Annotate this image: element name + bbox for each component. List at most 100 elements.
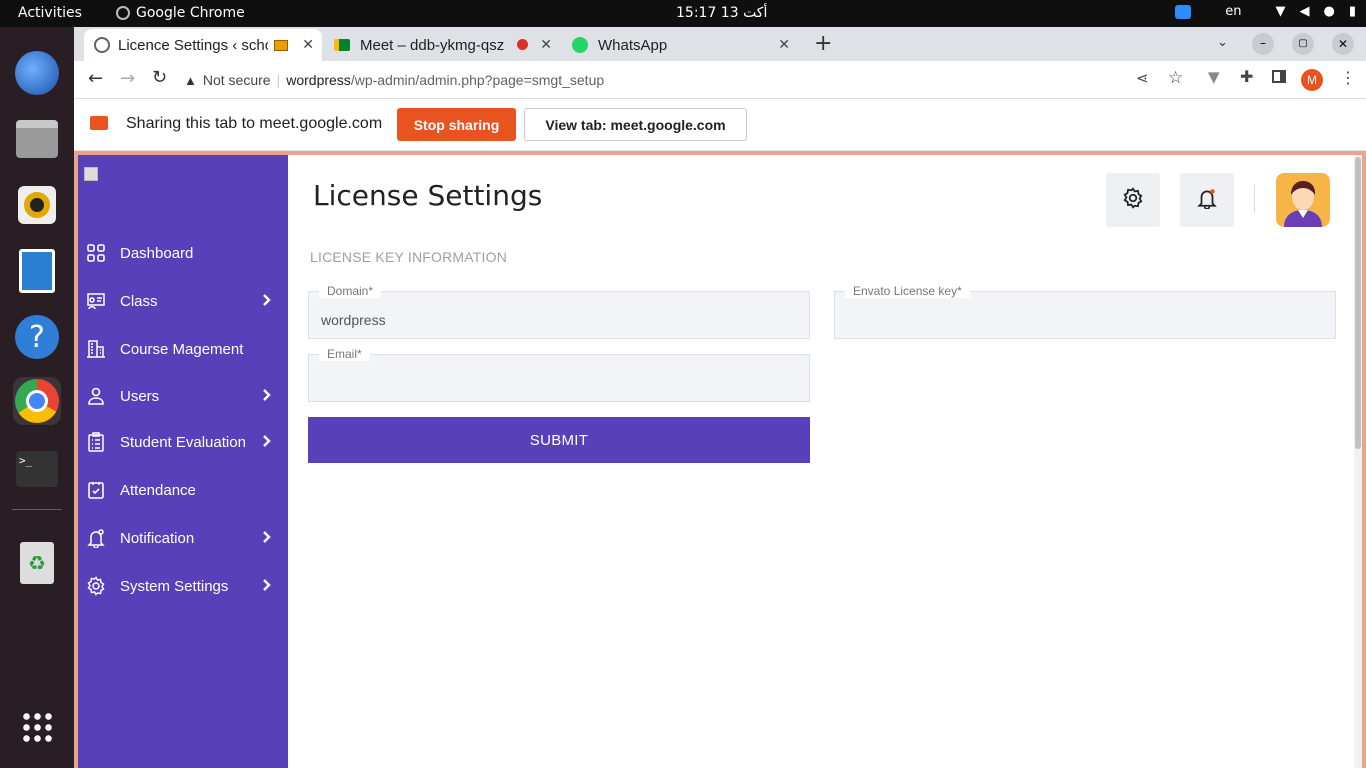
battery-icon: ▮: [1348, 4, 1356, 19]
sidebar-item-users[interactable]: Users: [86, 378, 282, 414]
browser-window: Licence Settings ‹ scho ✕ Meet – ddb-ykm…: [74, 27, 1366, 768]
sidebar-item-attendance[interactable]: Attendance: [86, 472, 282, 508]
tab-licence-settings[interactable]: Licence Settings ‹ scho ✕: [84, 29, 322, 61]
zoom-icon: [1175, 4, 1192, 19]
volume-icon: ◀: [1299, 4, 1310, 19]
security-label[interactable]: Not secure: [203, 72, 271, 88]
close-tab-icon[interactable]: ✕: [778, 36, 790, 53]
tab-title: WhatsApp: [598, 36, 668, 54]
profile-avatar[interactable]: M: [1301, 69, 1323, 91]
tab-title: Licence Settings ‹ scho: [118, 36, 268, 54]
gear-icon: [86, 576, 106, 596]
close-tab-icon[interactable]: ✕: [302, 36, 314, 53]
minimize-button[interactable]: –: [1252, 33, 1274, 55]
chevron-right-icon: [262, 530, 272, 548]
avatar[interactable]: [1276, 173, 1330, 227]
tab-meet[interactable]: Meet – ddb-ykmg-qsz ✕: [324, 29, 560, 61]
back-icon[interactable]: ←: [88, 68, 103, 89]
email-field[interactable]: Email*: [308, 347, 810, 402]
building-icon: [86, 339, 106, 359]
sidebar-item-label: System Settings: [120, 577, 229, 595]
close-window-button[interactable]: ✕: [1332, 33, 1354, 55]
system-tray[interactable]: en ▼ ◀ ● ▮: [1175, 4, 1356, 19]
trash-icon[interactable]: ♻: [13, 539, 61, 587]
scrollbar-thumb[interactable]: [1355, 157, 1361, 449]
show-apps-icon[interactable]: [13, 703, 61, 751]
app-name: Google Chrome: [136, 5, 245, 21]
domain-field[interactable]: Domain*: [308, 284, 810, 339]
stop-sharing-button[interactable]: Stop sharing: [397, 108, 516, 141]
mic-icon: ●: [1323, 4, 1335, 19]
extensions-puzzle-icon[interactable]: ✚: [1240, 67, 1253, 86]
sharing-message: Sharing this tab to meet.google.com: [126, 115, 383, 132]
page-title: License Settings: [313, 179, 543, 212]
email-input[interactable]: [309, 355, 809, 401]
os-top-bar: Activities Google Chrome 15:17 13 أكت en…: [0, 0, 1366, 27]
settings-button[interactable]: [1106, 173, 1160, 227]
tab-strip: Licence Settings ‹ scho ✕ Meet – ddb-ykm…: [74, 27, 1366, 61]
close-tab-icon[interactable]: ✕: [540, 36, 552, 53]
dock-divider: [12, 509, 62, 510]
class-icon: [86, 291, 106, 311]
header-divider: [1254, 185, 1255, 213]
view-tab-button[interactable]: View tab: meet.google.com: [524, 108, 747, 141]
main-content: License Settings LICENSE KEY INFORMATION…: [288, 155, 1362, 768]
meet-icon: [334, 39, 350, 51]
recording-icon: [517, 39, 528, 50]
domain-input[interactable]: [309, 292, 809, 338]
clock[interactable]: 15:17 13 أكت: [676, 5, 767, 21]
bookmark-star-icon[interactable]: ☆: [1168, 68, 1183, 88]
envato-license-input[interactable]: [835, 292, 1335, 338]
clipboard-icon: [86, 432, 106, 452]
app-menu[interactable]: Google Chrome: [116, 5, 245, 21]
sidebar-item-class[interactable]: Class: [86, 283, 282, 319]
forward-icon[interactable]: →: [120, 68, 135, 89]
chevron-right-icon: [262, 388, 272, 406]
submit-button[interactable]: SUBMIT: [308, 417, 810, 463]
side-panel-icon[interactable]: [1272, 70, 1286, 83]
check-square-icon: [86, 480, 106, 500]
sidebar-item-system-settings[interactable]: System Settings: [86, 568, 282, 604]
help-icon[interactable]: ?: [13, 313, 61, 361]
chevron-right-icon: [262, 578, 272, 596]
address-bar[interactable]: ▲ Not secure | wordpress/wp-admin/admin.…: [184, 65, 1134, 95]
sidebar-item-course-magement[interactable]: Course Magement: [86, 331, 282, 367]
writer-icon[interactable]: [13, 247, 61, 295]
chrome-icon[interactable]: [13, 377, 61, 425]
terminal-icon[interactable]: >_: [13, 445, 61, 493]
tab-search-icon[interactable]: ⌄: [1217, 35, 1228, 50]
language-indicator[interactable]: en: [1225, 4, 1241, 19]
sidebar-item-dashboard[interactable]: Dashboard: [86, 235, 282, 271]
globe-icon: [94, 37, 110, 53]
menu-kebab-icon[interactable]: ⋮: [1340, 68, 1356, 87]
rhythmbox-icon[interactable]: [13, 181, 61, 229]
broken-logo-image: [84, 167, 98, 181]
url-host: wordpress: [286, 72, 351, 88]
scrollbar[interactable]: [1354, 155, 1362, 768]
reload-icon[interactable]: ↻: [152, 67, 167, 88]
thunderbird-icon[interactable]: [13, 49, 61, 97]
maximize-button[interactable]: ▢: [1292, 33, 1314, 55]
bell-icon: [86, 528, 106, 548]
envato-license-field[interactable]: Envato License key*: [834, 284, 1336, 339]
chevron-right-icon: [262, 293, 272, 311]
whatsapp-icon: [572, 37, 588, 53]
new-tab-button[interactable]: +: [814, 31, 832, 56]
notifications-button[interactable]: [1180, 173, 1234, 227]
sharing-indicator-icon: [274, 39, 288, 51]
activities-button[interactable]: Activities: [18, 5, 82, 21]
dock: ? >_ ♻: [0, 27, 74, 768]
share-icon[interactable]: ⋖: [1136, 69, 1149, 87]
wifi-icon: ▼: [1275, 4, 1286, 19]
files-icon[interactable]: [13, 115, 61, 163]
extension-shield-icon[interactable]: ▼: [1208, 68, 1220, 86]
sidebar-item-student-evaluation[interactable]: Student Evaluation: [86, 424, 282, 460]
tab-sharing-infobar: Sharing this tab to meet.google.com Stop…: [74, 99, 1366, 151]
url-path: /wp-admin/admin.php?page=smgt_setup: [350, 72, 605, 88]
sidebar-item-label: Users: [120, 387, 160, 405]
bell-icon: [1196, 187, 1218, 213]
sidebar-item-label: Attendance: [120, 481, 196, 499]
tab-whatsapp[interactable]: WhatsApp ✕: [562, 29, 798, 61]
section-heading: LICENSE KEY INFORMATION: [310, 249, 508, 265]
sidebar-item-notification[interactable]: Notification: [86, 520, 282, 556]
